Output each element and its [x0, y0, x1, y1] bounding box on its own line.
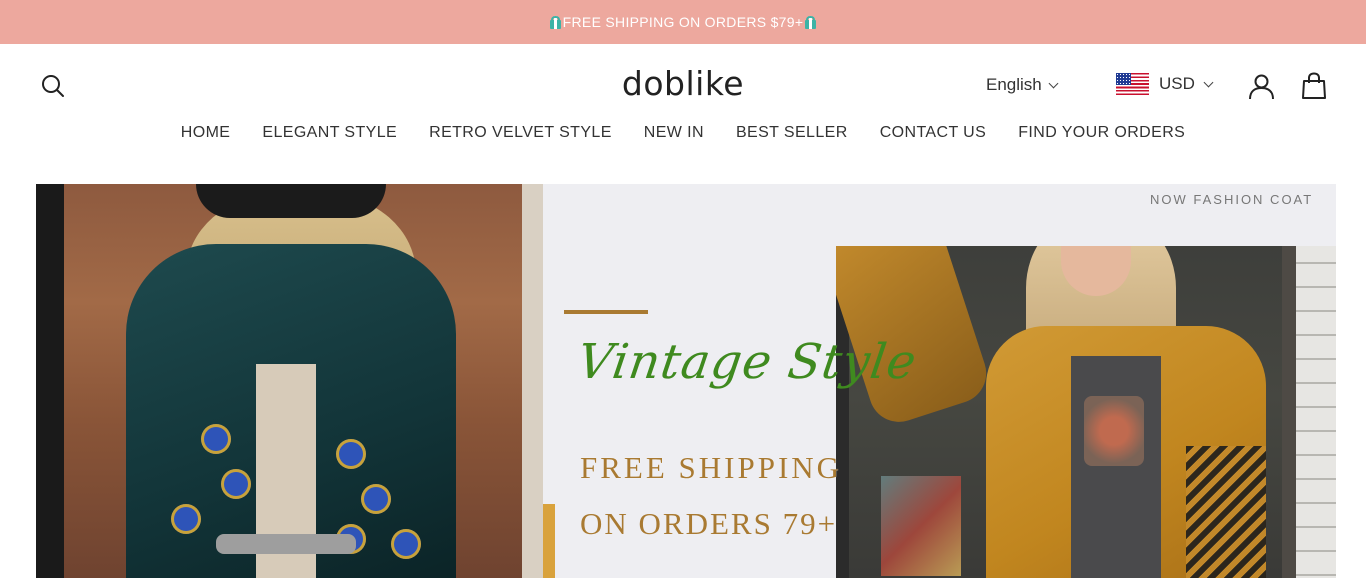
hero-corner-label: NOW FASHION COAT — [1150, 192, 1314, 207]
nav-item-elegant-style[interactable]: ELEGANT STYLE — [262, 124, 397, 142]
nav-item-home[interactable]: HOME — [181, 124, 231, 142]
hero-promo-line-2: ON ORDERS 79+ — [580, 506, 838, 541]
nav-item-contact-us[interactable]: CONTACT US — [880, 124, 987, 142]
main-nav: HOME ELEGANT STYLE RETRO VELVET STYLE NE… — [0, 124, 1366, 142]
nav-item-best-seller[interactable]: BEST SELLER — [736, 124, 848, 142]
language-selector[interactable]: English — [986, 75, 1059, 95]
account-button[interactable] — [1248, 73, 1275, 100]
site-header: doblike English USD HOME ELEGANT STYLE R… — [0, 44, 1366, 174]
chevron-down-icon — [1048, 78, 1059, 88]
nav-item-retro-velvet-style[interactable]: RETRO VELVET STYLE — [429, 124, 612, 142]
announcement-bar: FREE SHIPPING ON ORDERS $79+ — [0, 0, 1366, 44]
hero-right-model-image — [836, 246, 1336, 578]
decorative-stripe — [543, 504, 555, 578]
search-icon — [42, 75, 64, 97]
logo-text[interactable]: doblike — [622, 64, 744, 103]
hero-banner[interactable]: NOW FASHION COAT Vintage Style FREE SHIP… — [36, 184, 1336, 578]
gift-icon — [549, 15, 562, 29]
currency-selector[interactable]: USD — [1116, 73, 1214, 95]
chevron-down-icon — [1203, 77, 1214, 87]
nav-item-new-in[interactable]: NEW IN — [644, 124, 704, 142]
announcement-text: FREE SHIPPING ON ORDERS $79+ — [562, 14, 804, 30]
decorative-rule — [564, 310, 648, 314]
cart-button[interactable] — [1301, 72, 1327, 100]
hero-promo-line-1: FREE SHIPPING — [580, 450, 843, 485]
us-flag-icon — [1116, 73, 1149, 95]
cart-icon — [1302, 72, 1326, 99]
language-label: English — [986, 75, 1042, 94]
currency-label: USD — [1159, 74, 1195, 93]
nav-item-find-your-orders[interactable]: FIND YOUR ORDERS — [1018, 124, 1185, 142]
user-icon — [1249, 74, 1274, 100]
search-button[interactable] — [40, 73, 66, 99]
hero-script-title: Vintage Style — [574, 334, 921, 390]
hero-left-model-image — [36, 184, 543, 578]
gift-icon — [804, 15, 817, 29]
